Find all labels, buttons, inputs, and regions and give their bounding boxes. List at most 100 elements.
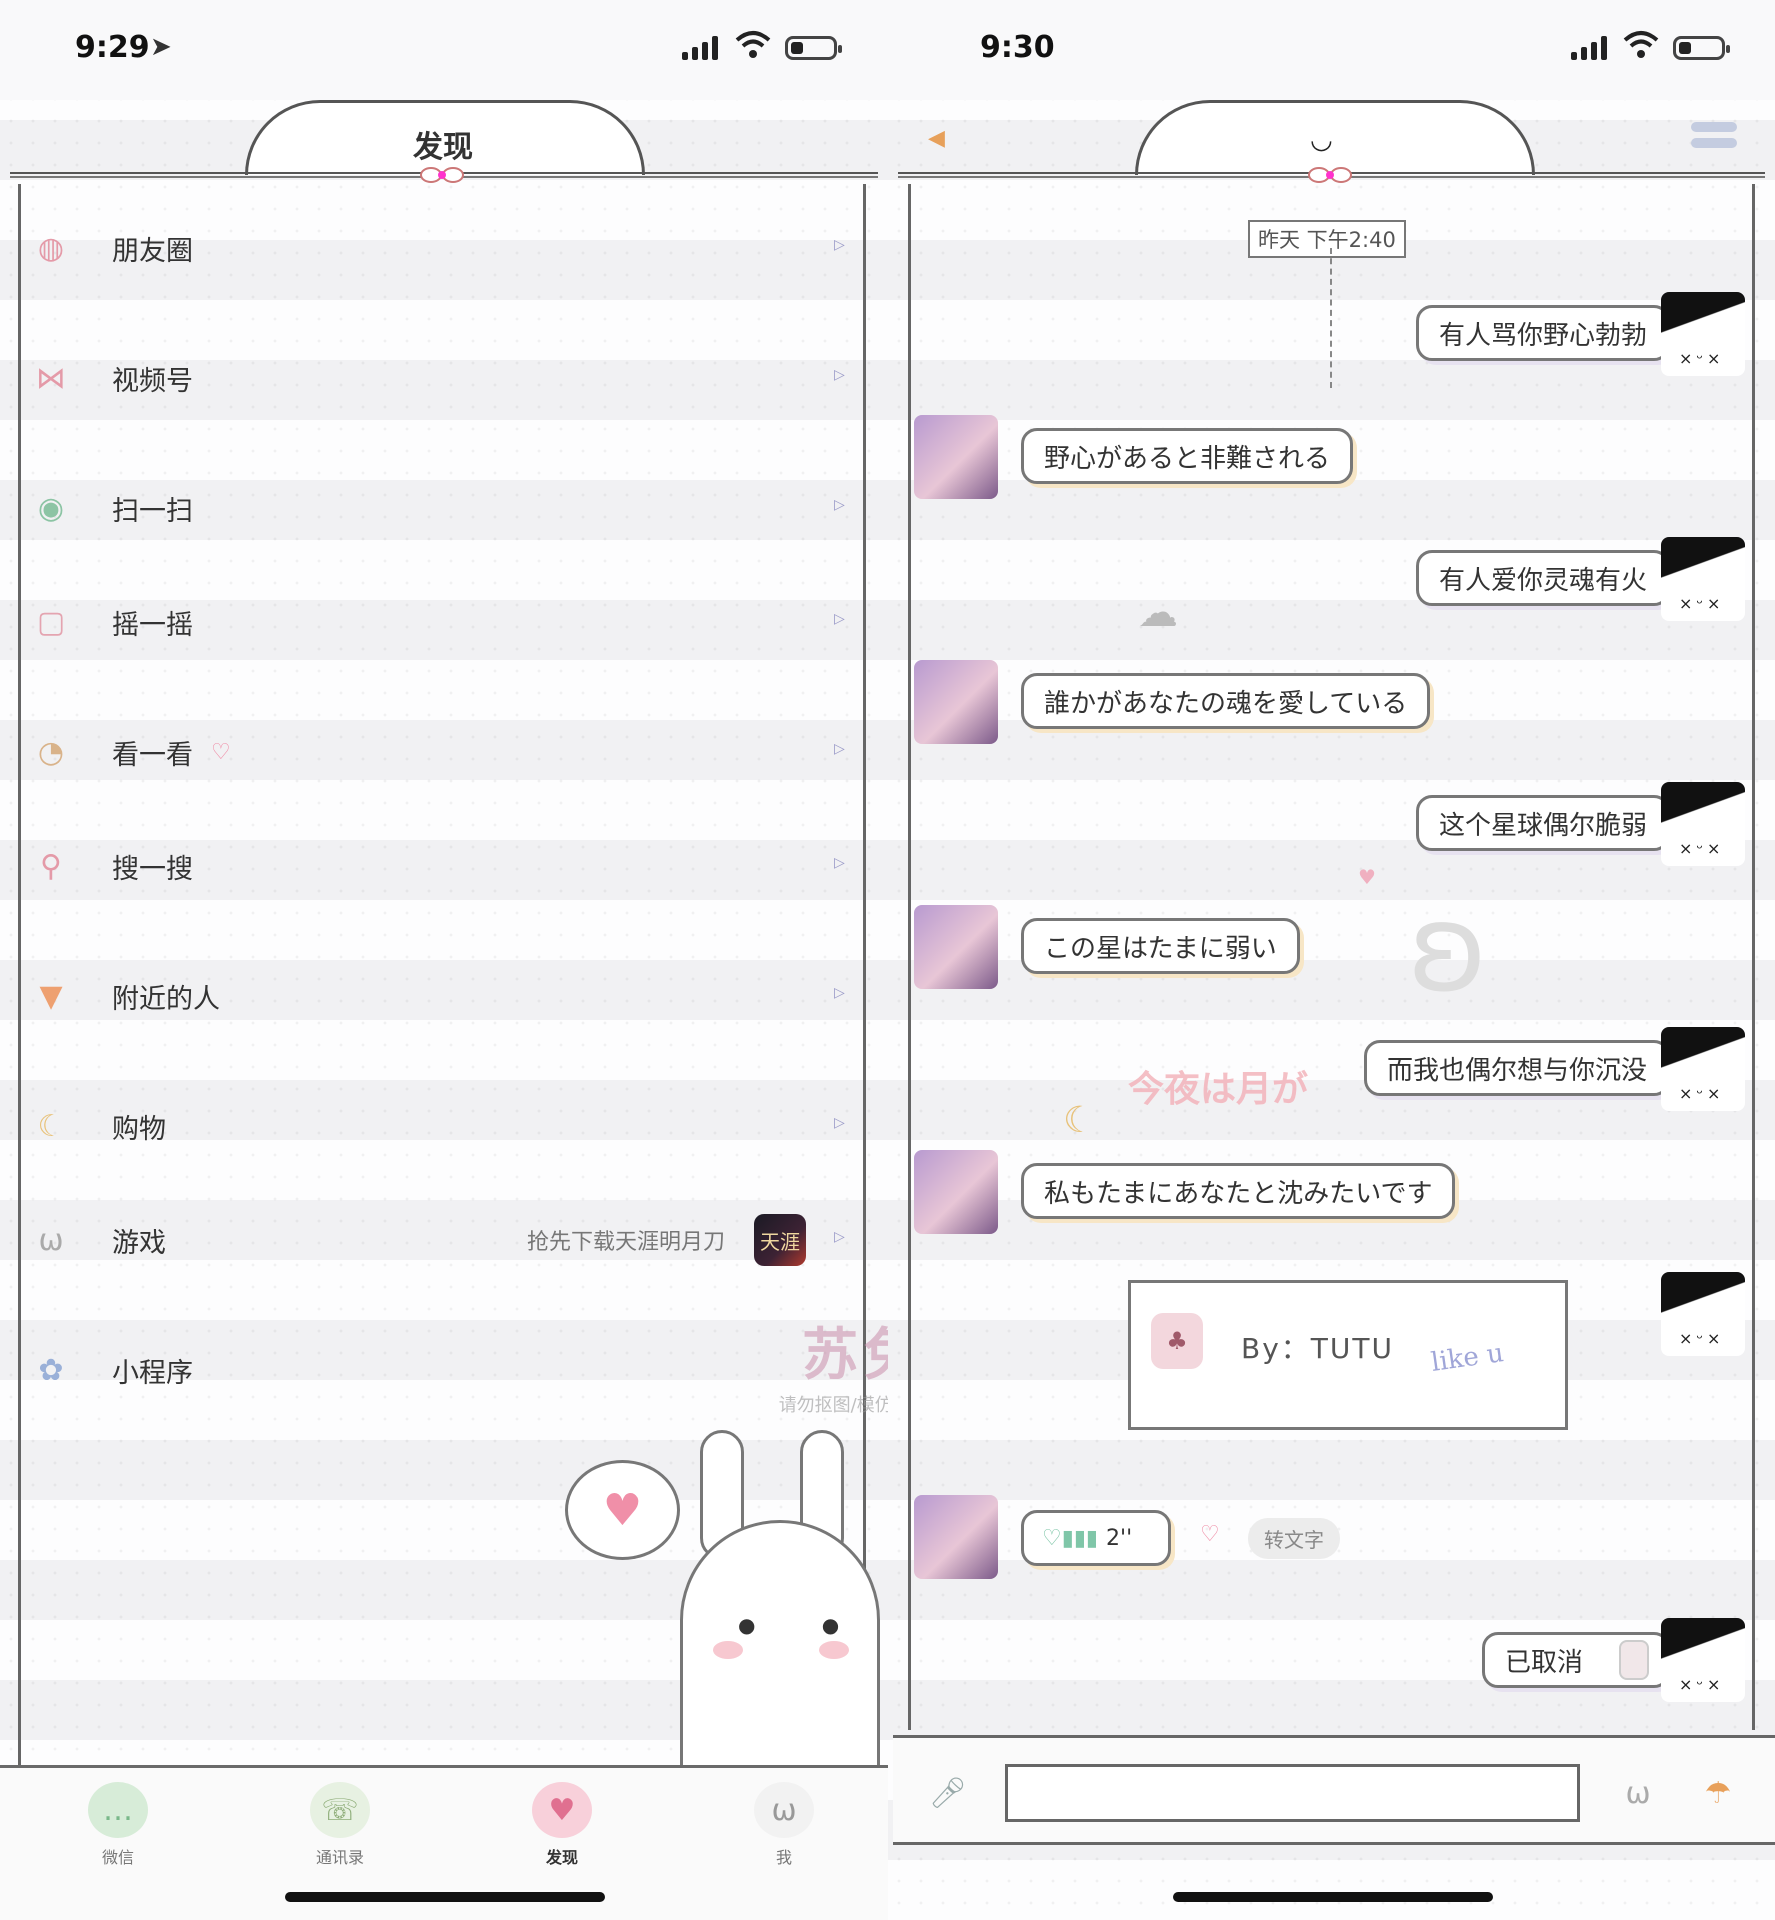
avatar-self[interactable]: ×ᵕ× — [1661, 1272, 1745, 1356]
heart-decoration-icon: ♥ — [1358, 865, 1376, 889]
avatar-other[interactable] — [914, 905, 998, 989]
watermark-title: 苏兔 — [802, 1323, 888, 1388]
convert-to-text-button[interactable]: 转文字 — [1248, 1518, 1340, 1559]
cancelled-call-message[interactable]: 已取消 — [1481, 1632, 1670, 1688]
tab-label: 通讯录 — [315, 1848, 364, 1867]
smile-face-icon: ◡ — [1310, 125, 1333, 155]
chevron-right-icon: ▷ — [834, 1115, 845, 1131]
tab-bar: … 微信 ☏ 通讯录 ♥ 发现 ω 我 — [0, 1765, 888, 1920]
input-bar: 🎤︎ ω ☂ — [893, 1735, 1775, 1845]
tab-discover[interactable]: ♥ 发现 — [502, 1768, 622, 1868]
tab-label: 我 — [775, 1848, 792, 1867]
chevron-right-icon: ▷ — [834, 1229, 845, 1245]
voice-message[interactable]: ♡▮▮▮ 2'' — [1021, 1510, 1171, 1566]
message-received[interactable]: 私もたまにあなたと沈みたいです — [1021, 1163, 1456, 1219]
menu-item-label: 游戏 — [112, 1227, 166, 1259]
menu-item-channels[interactable]: ⋈ 视频号 ▷ — [30, 348, 850, 408]
discover-screen: 9:29 ➤ 发现 ◍ 朋友圈 ▷ ⋈ 视频号 ▷ ◉ 扫一扫 ▷ ▢ 摇一摇 … — [0, 0, 888, 1920]
unread-heart-icon: ♡ — [1200, 1522, 1220, 1547]
location-arrow-icon: ➤ — [150, 32, 172, 62]
menu-item-label: 视频号 — [112, 365, 193, 397]
chevron-right-icon: ▷ — [834, 367, 845, 383]
message-sent[interactable]: 有人爱你灵魂有火 — [1415, 550, 1670, 606]
menu-item-nearby[interactable]: ▼ 附近的人 ▷ — [30, 966, 850, 1026]
eyes-icon: ◔ — [37, 734, 65, 770]
game-promo-text: 抢先下载天涯明月刀 — [526, 1230, 725, 1255]
battery-icon — [785, 36, 842, 60]
watermark: 苏兔TU 请勿抠图/模仿/二传/二改!! — [705, 1310, 888, 1417]
message-input[interactable] — [1005, 1764, 1580, 1822]
avatar-self[interactable]: ×ᵕ× — [1661, 1618, 1745, 1702]
avatar-self[interactable]: ×ᵕ× — [1661, 537, 1745, 621]
chevron-right-icon: ▷ — [834, 611, 845, 627]
tab-label: 发现 — [545, 1848, 578, 1867]
flower-icon: ✿ — [38, 1352, 64, 1388]
avatar-other[interactable] — [914, 1150, 998, 1234]
more-plus-icon[interactable]: ☂ — [1693, 1768, 1743, 1818]
moon-decoration-icon: ☾ — [1063, 1100, 1096, 1141]
card-like-text: like u — [1429, 1338, 1506, 1378]
message-sent[interactable]: 这个星球偶尔脆弱 — [1415, 795, 1670, 851]
menu-item-label: 附近的人 — [112, 983, 220, 1015]
menu-item-label: 购物 — [112, 1113, 166, 1145]
menu-item-top-stories[interactable]: ◔ 看一看 ♡ ▷ — [30, 722, 850, 782]
status-time: 9:29 — [75, 30, 150, 65]
wifi-icon — [735, 31, 771, 58]
phone-icon: ▢ — [36, 604, 66, 640]
carrot-icon: ▼ — [39, 978, 63, 1014]
message-received[interactable]: 野心があると非難される — [1021, 428, 1354, 484]
more-options-icon[interactable] — [1691, 122, 1737, 158]
page-title: 发现 — [413, 130, 473, 165]
menu-item-scan[interactable]: ◉ 扫一扫 ▷ — [30, 478, 850, 538]
tab-contacts[interactable]: ☏ 通讯录 — [280, 1768, 400, 1868]
voice-duration: 2'' — [1106, 1525, 1133, 1551]
cellular-signal-icon — [1571, 34, 1611, 60]
heart-icon: ♡ — [211, 739, 231, 765]
avatar-self[interactable]: ×ᵕ× — [1661, 1027, 1745, 1111]
avatar-self[interactable]: ×ᵕ× — [1661, 782, 1745, 866]
status-bar: 9:30 — [888, 0, 1775, 100]
cloud-decoration-icon: ☁ — [1138, 590, 1178, 636]
menu-item-label: 搜一搜 — [112, 853, 193, 885]
camera-icon: ◉ — [37, 490, 65, 526]
tab-label: 微信 — [101, 1848, 134, 1867]
back-icon[interactable]: ◀ — [928, 126, 945, 151]
menu-item-label: 摇一摇 — [112, 609, 193, 641]
card-message[interactable]: ♣ By：TUTU like u — [1128, 1280, 1568, 1430]
bow-decoration-icon — [420, 167, 464, 183]
search-icon: ⚲ — [40, 848, 62, 884]
message-sent[interactable]: 而我也偶尔想与你沉没 — [1363, 1040, 1670, 1096]
tab-chats[interactable]: … 微信 — [58, 1768, 178, 1868]
menu-item-shake[interactable]: ▢ 摇一摇 ▷ — [30, 592, 850, 652]
avatar-other[interactable] — [914, 415, 998, 499]
menu-item-label: 扫一扫 — [112, 495, 193, 527]
menu-item-games[interactable]: ω 游戏 抢先下载天涯明月刀 天涯 ▷ — [30, 1210, 850, 1270]
chat-screen: 9:30 ◀ ◡ 昨天 下午2:40 有人骂你野心勃勃 ×ᵕ× 野心があると非難… — [888, 0, 1775, 1920]
microphone-icon[interactable]: 🎤︎ — [923, 1768, 973, 1818]
status-time: 9:30 — [980, 30, 1055, 65]
chevron-right-icon: ▷ — [834, 985, 845, 1001]
menu-item-shopping[interactable]: ☾ 购物 ▷ — [30, 1096, 850, 1156]
bow-icon: ⋈ — [36, 360, 66, 396]
status-bar: 9:29 ➤ — [0, 0, 888, 100]
donut-icon: ◍ — [37, 230, 65, 266]
menu-item-search[interactable]: ⚲ 搜一搜 ▷ — [30, 836, 850, 896]
wifi-icon — [1623, 31, 1659, 58]
avatar-self[interactable]: ×ᵕ× — [1661, 292, 1745, 376]
emoji-bunny-icon[interactable]: ω — [1613, 1768, 1663, 1818]
card-text: By：TUTU — [1241, 1332, 1394, 1365]
avatar-other[interactable] — [914, 660, 998, 744]
menu-item-moments[interactable]: ◍ 朋友圈 ▷ — [30, 218, 850, 278]
message-received[interactable]: 誰かがあなたの魂を愛している — [1021, 673, 1431, 729]
message-sent[interactable]: 有人骂你野心勃勃 — [1415, 305, 1670, 361]
tab-me[interactable]: ω 我 — [724, 1768, 844, 1868]
chevron-right-icon: ▷ — [834, 741, 845, 757]
message-received[interactable]: この星はたまに弱い — [1021, 918, 1300, 974]
moon-icon: ☾ — [37, 1108, 65, 1144]
menu-item-label: 朋友圈 — [112, 235, 193, 267]
discover-icon: ♥ — [532, 1782, 592, 1838]
decorative-text: 今夜は月が — [1128, 1069, 1309, 1110]
phone-call-icon — [1619, 1640, 1649, 1680]
voice-wave-icon: ♡▮▮▮ — [1042, 1525, 1099, 1551]
avatar-other[interactable] — [914, 1495, 998, 1579]
